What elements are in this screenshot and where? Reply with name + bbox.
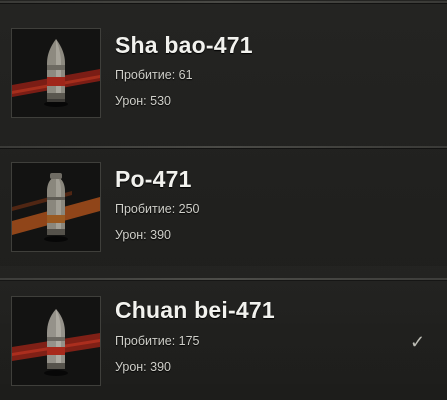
damage-stat: Урон: 530 <box>115 94 171 108</box>
penetration-label: Пробитие: <box>115 334 176 348</box>
he-shell-icon <box>11 28 101 118</box>
shell-name: Chuan bei-471 <box>115 297 275 323</box>
penetration-stat: Пробитие: 175 <box>115 334 200 348</box>
penetration-label: Пробитие: <box>115 68 176 82</box>
damage-label: Урон: <box>115 228 147 242</box>
damage-label: Урон: <box>115 360 147 374</box>
penetration-stat: Пробитие: 61 <box>115 68 193 82</box>
damage-stat: Урон: 390 <box>115 228 171 242</box>
shell-item-sha-bao-471[interactable]: Sha bao-471 Пробитие: 61 Урон: 530 <box>0 0 447 133</box>
damage-stat: Урон: 390 <box>115 360 171 374</box>
heat-shell-icon <box>11 162 101 252</box>
penetration-value: 175 <box>178 334 200 348</box>
penetration-value: 61 <box>178 68 193 82</box>
damage-label: Урон: <box>115 94 147 108</box>
selected-checkmark-icon: ✓ <box>410 332 426 352</box>
shell-selection-panel: Sha bao-471 Пробитие: 61 Урон: 530 Po-47… <box>0 0 447 400</box>
penetration-value: 250 <box>178 202 200 216</box>
damage-value: 390 <box>150 360 172 374</box>
shell-name: Po-471 <box>115 166 192 192</box>
penetration-stat: Пробитие: 250 <box>115 202 200 216</box>
shell-item-chuan-bei-471[interactable]: Chuan bei-471 Пробитие: 175 Урон: 390 ✓ <box>0 266 447 399</box>
damage-value: 390 <box>150 228 172 242</box>
shell-item-po-471[interactable]: Po-471 Пробитие: 250 Урон: 390 <box>0 133 447 266</box>
ap-shell-icon <box>11 296 101 386</box>
shell-name: Sha bao-471 <box>115 32 253 58</box>
penetration-label: Пробитие: <box>115 202 176 216</box>
damage-value: 530 <box>150 94 172 108</box>
